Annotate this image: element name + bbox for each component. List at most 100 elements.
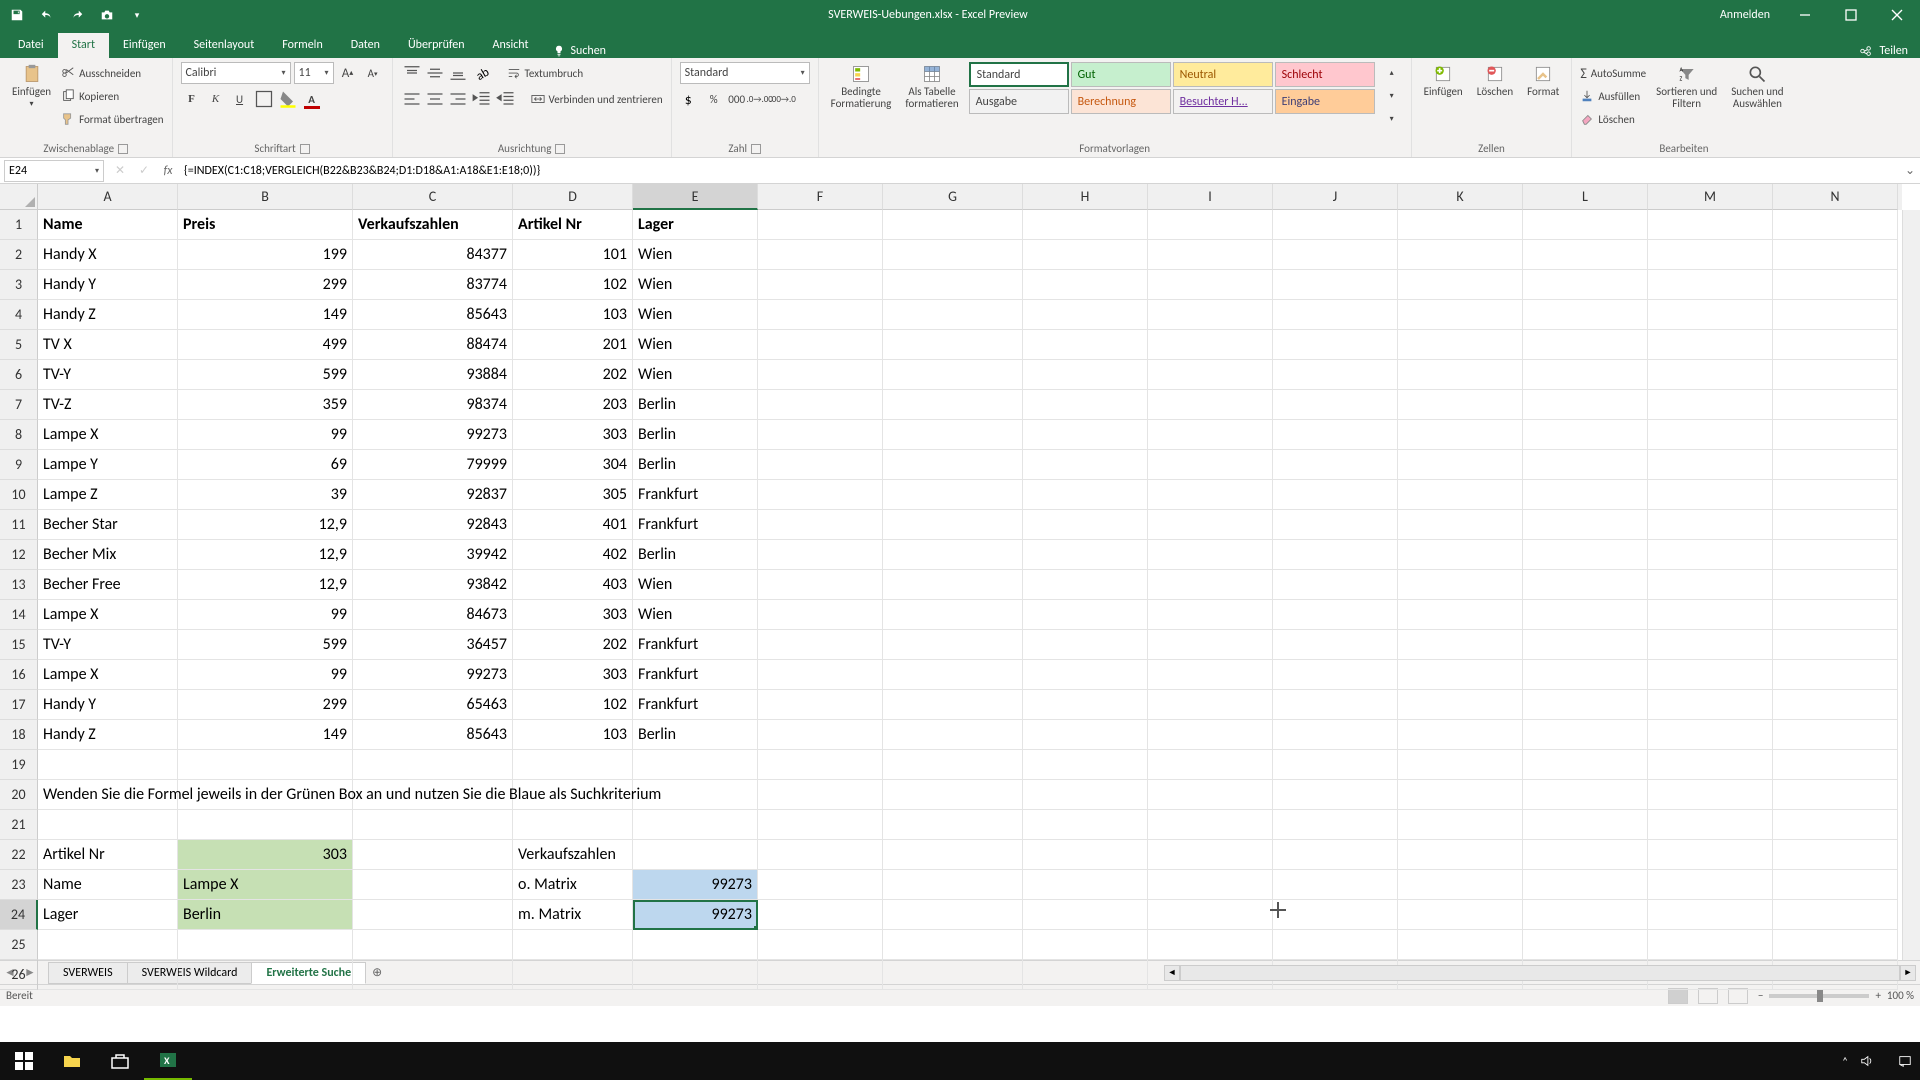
cell-I14[interactable] <box>1148 600 1273 630</box>
cell-N17[interactable] <box>1773 690 1898 720</box>
cell-D6[interactable]: 202 <box>513 360 633 390</box>
cell-F9[interactable] <box>758 450 883 480</box>
cell-E26[interactable] <box>633 960 758 990</box>
cell-B2[interactable]: 199 <box>178 240 353 270</box>
cell-G9[interactable] <box>883 450 1023 480</box>
cell-F12[interactable] <box>758 540 883 570</box>
store-icon[interactable] <box>96 1042 144 1080</box>
cell-C24[interactable] <box>353 900 513 930</box>
row-header-23[interactable]: 23 <box>0 870 38 900</box>
cell-L16[interactable] <box>1523 660 1648 690</box>
cell-A11[interactable]: Becher Star <box>38 510 178 540</box>
cell-N21[interactable] <box>1773 810 1898 840</box>
cell-N14[interactable] <box>1773 600 1898 630</box>
cell-E19[interactable] <box>633 750 758 780</box>
formula-input[interactable]: {=INDEX(C1:C18;VERGLEICH(B22&B23&B24;D1:… <box>180 160 1900 182</box>
cell-A4[interactable]: Handy Z <box>38 300 178 330</box>
cell-D7[interactable]: 203 <box>513 390 633 420</box>
cell-J3[interactable] <box>1273 270 1398 300</box>
border-button[interactable] <box>253 88 275 110</box>
cell-N4[interactable] <box>1773 300 1898 330</box>
cell-I21[interactable] <box>1148 810 1273 840</box>
cell-N20[interactable] <box>1773 780 1898 810</box>
paste-button[interactable]: Einfügen ▾ <box>8 62 55 111</box>
cell-A9[interactable]: Lampe Y <box>38 450 178 480</box>
cell-D10[interactable]: 305 <box>513 480 633 510</box>
cell-H7[interactable] <box>1023 390 1148 420</box>
merge-center-button[interactable]: Verbinden und zentrieren <box>531 88 663 110</box>
cell-style-neutral[interactable]: Neutral <box>1173 62 1273 87</box>
cell-D15[interactable]: 202 <box>513 630 633 660</box>
row-header-3[interactable]: 3 <box>0 270 38 300</box>
row-header-14[interactable]: 14 <box>0 600 38 630</box>
cell-style-schlecht[interactable]: Schlecht <box>1275 62 1375 87</box>
cell-D14[interactable]: 303 <box>513 600 633 630</box>
cell-H12[interactable] <box>1023 540 1148 570</box>
styles-more[interactable]: ▾ <box>1381 108 1403 130</box>
italic-button[interactable]: K <box>205 88 227 110</box>
cell-K25[interactable] <box>1398 930 1523 960</box>
cell-B17[interactable]: 299 <box>178 690 353 720</box>
fill-color-button[interactable] <box>277 88 299 110</box>
cell-M11[interactable] <box>1648 510 1773 540</box>
cell-L17[interactable] <box>1523 690 1648 720</box>
cell-L19[interactable] <box>1523 750 1648 780</box>
cell-A25[interactable] <box>38 930 178 960</box>
enter-formula-icon[interactable]: ✓ <box>132 163 156 178</box>
col-header-C[interactable]: C <box>353 184 513 210</box>
cell-N23[interactable] <box>1773 870 1898 900</box>
decrease-indent-icon[interactable] <box>471 88 493 110</box>
cell-J15[interactable] <box>1273 630 1398 660</box>
row-header-7[interactable]: 7 <box>0 390 38 420</box>
cell-G14[interactable] <box>883 600 1023 630</box>
cell-D3[interactable]: 102 <box>513 270 633 300</box>
row-header-6[interactable]: 6 <box>0 360 38 390</box>
file-explorer-icon[interactable] <box>48 1042 96 1080</box>
cell-I7[interactable] <box>1148 390 1273 420</box>
cell-D21[interactable] <box>513 810 633 840</box>
cell-F25[interactable] <box>758 930 883 960</box>
cell-J18[interactable] <box>1273 720 1398 750</box>
cell-B9[interactable]: 69 <box>178 450 353 480</box>
cell-I17[interactable] <box>1148 690 1273 720</box>
cell-G22[interactable] <box>883 840 1023 870</box>
cell-K12[interactable] <box>1398 540 1523 570</box>
cell-I19[interactable] <box>1148 750 1273 780</box>
row-header-25[interactable]: 25 <box>0 930 38 960</box>
cell-L12[interactable] <box>1523 540 1648 570</box>
cell-style-berechnung[interactable]: Berechnung <box>1071 89 1171 114</box>
cell-N3[interactable] <box>1773 270 1898 300</box>
tell-me-search[interactable]: Suchen <box>553 44 606 58</box>
cell-L20[interactable] <box>1523 780 1648 810</box>
cell-G13[interactable] <box>883 570 1023 600</box>
conditional-formatting-button[interactable]: Bedingte Formatierung <box>827 62 896 112</box>
cell-C7[interactable]: 98374 <box>353 390 513 420</box>
horizontal-scrollbar[interactable]: ◄ ► <box>1164 965 1916 981</box>
cell-B4[interactable]: 149 <box>178 300 353 330</box>
col-header-I[interactable]: I <box>1148 184 1273 210</box>
cell-M16[interactable] <box>1648 660 1773 690</box>
worksheet-grid[interactable]: ABCDEFGHIJKLMN 1234567891011121314151617… <box>0 184 1920 960</box>
cell-I13[interactable] <box>1148 570 1273 600</box>
cell-B11[interactable]: 12,9 <box>178 510 353 540</box>
cell-N8[interactable] <box>1773 420 1898 450</box>
cell-E21[interactable] <box>633 810 758 840</box>
cut-button[interactable]: Ausschneiden <box>61 62 163 84</box>
cell-G18[interactable] <box>883 720 1023 750</box>
row-header-4[interactable]: 4 <box>0 300 38 330</box>
cell-I3[interactable] <box>1148 270 1273 300</box>
bold-button[interactable]: F <box>181 88 203 110</box>
cell-K20[interactable] <box>1398 780 1523 810</box>
zoom-control[interactable]: − + 100 % <box>1758 989 1914 1002</box>
cell-E10[interactable]: Frankfurt <box>633 480 758 510</box>
cell-L6[interactable] <box>1523 360 1648 390</box>
cell-F20[interactable] <box>758 780 883 810</box>
cell-K15[interactable] <box>1398 630 1523 660</box>
row-header-10[interactable]: 10 <box>0 480 38 510</box>
row-header-16[interactable]: 16 <box>0 660 38 690</box>
row-header-21[interactable]: 21 <box>0 810 38 840</box>
cell-E8[interactable]: Berlin <box>633 420 758 450</box>
cell-C18[interactable]: 85643 <box>353 720 513 750</box>
cell-F21[interactable] <box>758 810 883 840</box>
cell-L8[interactable] <box>1523 420 1648 450</box>
